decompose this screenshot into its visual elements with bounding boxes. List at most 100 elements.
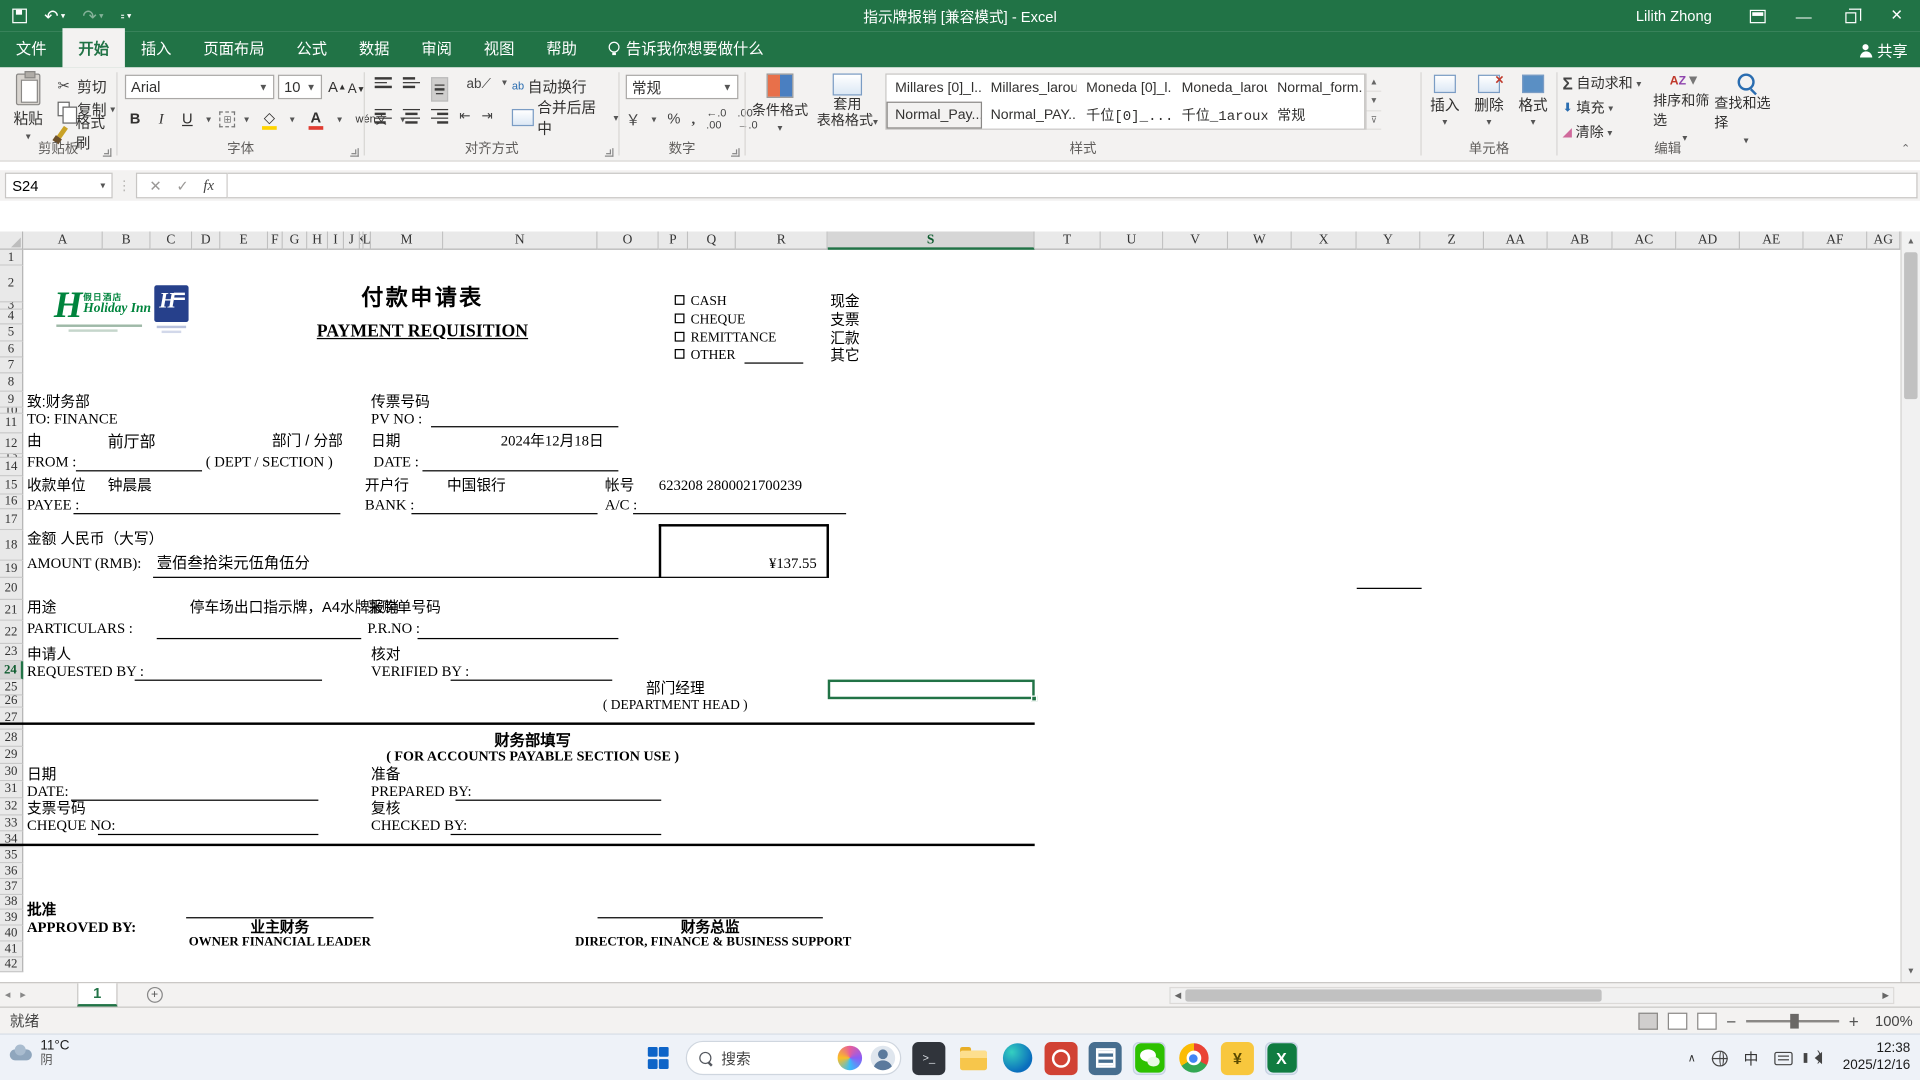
tray-expand-icon[interactable]: ∧ [1688, 1051, 1696, 1064]
sheet-tab-1[interactable]: 1 [77, 983, 118, 1007]
bottom-align-icon[interactable] [431, 77, 449, 102]
sort-filter-button[interactable]: AZ▼ 排序和筛选 ▾ [1653, 67, 1717, 143]
find-select-button[interactable]: 查找和选择 ▾ [1714, 67, 1778, 146]
checkbox-remittance[interactable] [674, 331, 685, 342]
column-header-B[interactable]: B [102, 231, 151, 250]
font-dialog-launcher[interactable] [350, 148, 359, 157]
tell-me-box[interactable]: 告诉我你想要做什么 [593, 28, 780, 67]
taskbar-app-blue[interactable] [1088, 1041, 1122, 1075]
cell-style-item[interactable]: Normal_Pay... [886, 101, 983, 129]
column-header-N[interactable]: N [443, 231, 598, 250]
ribbon-tab-1[interactable]: 开始 [62, 28, 125, 68]
save-button[interactable] [12, 8, 27, 24]
minimize-button[interactable]: — [1780, 0, 1827, 32]
format-cells-button[interactable]: 格式 ▾ [1512, 67, 1554, 127]
accounting-format-button[interactable]: ￥ [626, 108, 641, 129]
horizontal-scrollbar[interactable]: ◀ ▶ [1169, 986, 1895, 1005]
weather-widget[interactable]: 11°C 阴 [7, 1038, 70, 1068]
zoom-level[interactable]: 100% [1869, 1012, 1913, 1029]
column-header-O[interactable]: O [597, 231, 659, 250]
percent-style-button[interactable]: % [667, 110, 680, 127]
column-header-J[interactable]: J [344, 231, 361, 250]
page-layout-view-icon[interactable] [1667, 1012, 1687, 1030]
column-header-A[interactable]: A [23, 231, 103, 250]
zoom-out-button[interactable]: − [1726, 1011, 1736, 1031]
column-header-I[interactable]: I [328, 231, 345, 250]
column-header-AF[interactable]: AF [1803, 231, 1868, 250]
fill-handle[interactable] [1031, 695, 1038, 702]
vertical-scrollbar[interactable]: ▲ ▼ [1900, 231, 1920, 983]
column-header-X[interactable]: X [1291, 231, 1357, 250]
sheet-nav-right-icon[interactable]: ▸ [20, 988, 26, 1001]
column-header-Q[interactable]: Q [688, 231, 736, 250]
ribbon-tab-7[interactable]: 视图 [468, 28, 530, 67]
column-header-M[interactable]: M [371, 231, 444, 250]
cut-button[interactable]: 剪切 [54, 75, 116, 97]
increase-indent-icon[interactable]: ⇥ [481, 108, 492, 124]
middle-align-icon[interactable] [402, 77, 421, 101]
ribbon-display-options-button[interactable] [1734, 0, 1781, 32]
underline-button[interactable]: U [177, 107, 197, 131]
merge-center-button[interactable]: 合并后居中 ▾ [511, 99, 618, 137]
vertical-scroll-thumb[interactable] [1904, 252, 1918, 400]
keyboard-icon[interactable] [1774, 1051, 1793, 1065]
autosum-button[interactable]: Σ 自动求和 ▾ [1562, 72, 1641, 94]
customize-qat-button[interactable]: ⹀ ▾ [121, 7, 132, 24]
wrap-text-button[interactable]: ab 自动换行 [512, 75, 587, 97]
cell-style-item[interactable]: Moneda_laroux [1174, 76, 1268, 100]
taskbar-app-terminal[interactable] [912, 1041, 946, 1075]
column-header-W[interactable]: W [1228, 231, 1292, 250]
top-align-icon[interactable] [374, 77, 392, 101]
zoom-in-button[interactable]: + [1849, 1011, 1859, 1031]
formula-input[interactable] [227, 172, 1918, 199]
taskbar-clock[interactable]: 12:38 2025/12/16 [1843, 1041, 1910, 1075]
cell-style-item[interactable]: Normal_PAY... [983, 103, 1077, 127]
italic-button[interactable]: I [154, 107, 169, 131]
column-header-D[interactable]: D [192, 231, 221, 250]
scroll-down-arrow[interactable]: ▼ [1902, 962, 1920, 980]
taskbar-app-excel[interactable]: X [1264, 1041, 1299, 1075]
zoom-slider-thumb[interactable] [1789, 1013, 1799, 1028]
scroll-left-arrow[interactable]: ◀ [1171, 988, 1186, 1003]
column-header-AB[interactable]: AB [1547, 231, 1613, 250]
insert-function-icon[interactable]: fx [203, 176, 214, 194]
styles-gallery-scroll[interactable]: ▲ ▼ ⊽ [1365, 73, 1382, 130]
column-header-G[interactable]: G [282, 231, 308, 250]
restore-button[interactable] [1827, 0, 1874, 32]
conditional-formatting-button[interactable]: 条件格式 ▾ [751, 67, 810, 133]
share-button[interactable]: 共享 [1859, 38, 1908, 61]
bold-button[interactable]: B [125, 107, 145, 131]
orientation-button[interactable]: ab⟋ [467, 77, 491, 101]
account-user-name[interactable]: Lilith Zhong [1636, 7, 1712, 24]
new-sheet-button[interactable]: + [146, 986, 163, 1003]
sheet-canvas[interactable]: H 假日酒店 Holiday Inn H 付款申请表 PAYMENT REQUI… [0, 250, 1900, 982]
decrease-indent-icon[interactable]: ⇤ [459, 108, 470, 124]
name-box[interactable]: S24 ▾ [4, 172, 113, 199]
scroll-right-arrow[interactable]: ▶ [1878, 988, 1893, 1003]
input-language-indicator[interactable]: 中 [1744, 1048, 1759, 1069]
column-header-F[interactable]: F [268, 231, 283, 250]
number-dialog-launcher[interactable] [731, 148, 740, 157]
ribbon-tab-4[interactable]: 公式 [280, 28, 342, 67]
delete-cells-button[interactable]: × 删除 ▾ [1468, 67, 1510, 127]
cell-style-item[interactable]: Millares_laroux [983, 76, 1077, 100]
fill-button[interactable]: ⬇ 填充 ▾ [1562, 97, 1641, 119]
redo-button[interactable]: ↷ ▾ [82, 7, 103, 24]
ribbon-tab-3[interactable]: 页面布局 [187, 28, 280, 67]
column-header-Z[interactable]: Z [1420, 231, 1485, 250]
ribbon-tab-2[interactable]: 插入 [125, 28, 187, 67]
sheet-nav-left-icon[interactable]: ◂ [5, 988, 11, 1001]
column-header-S[interactable]: S [827, 231, 1035, 250]
taskbar-app-wechat[interactable] [1132, 1041, 1166, 1075]
zoom-slider[interactable] [1745, 1013, 1839, 1028]
cell-style-item[interactable]: 常规 [1270, 103, 1363, 127]
collapse-ribbon-button[interactable]: ⌃ [1901, 142, 1910, 155]
selected-cell-S24[interactable] [827, 679, 1038, 702]
confirm-entry-icon[interactable]: ✓ [176, 177, 188, 194]
column-header-P[interactable]: P [658, 231, 689, 250]
page-break-view-icon[interactable] [1696, 1012, 1717, 1030]
cell-style-item[interactable]: Moneda [0]_l... [1079, 76, 1172, 100]
normal-view-icon[interactable] [1637, 1012, 1658, 1030]
start-button[interactable] [642, 1041, 675, 1074]
column-header-U[interactable]: U [1100, 231, 1164, 250]
